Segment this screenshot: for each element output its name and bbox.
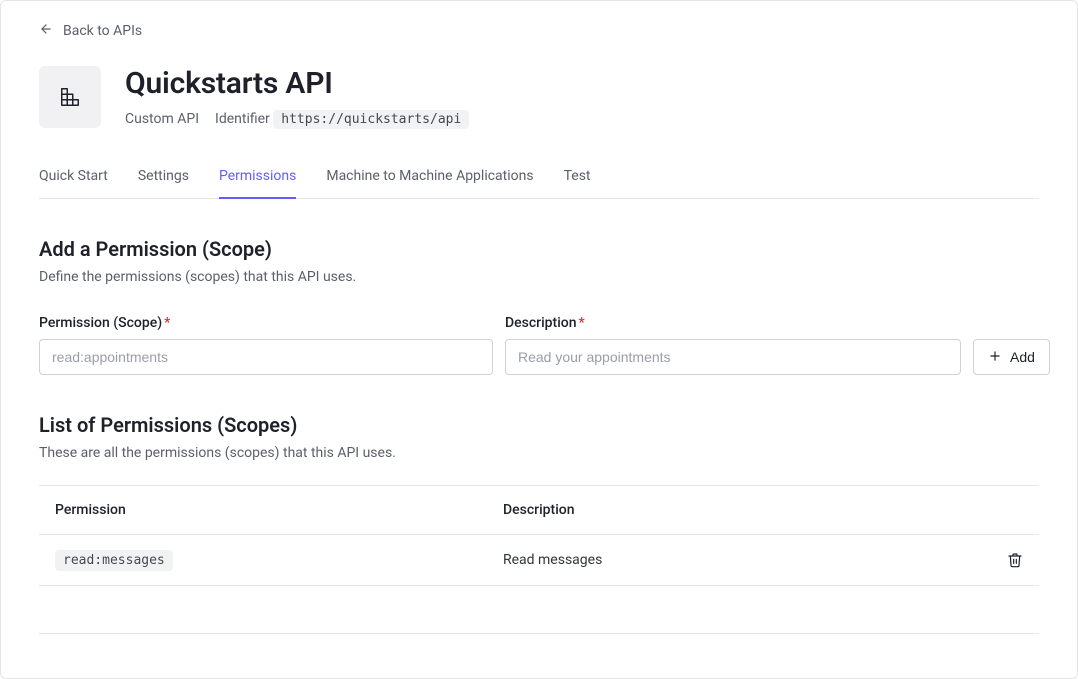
- add-button[interactable]: Add: [973, 339, 1050, 375]
- back-link-text: Back to APIs: [63, 23, 142, 39]
- description-label: Description*: [505, 315, 961, 331]
- description-input[interactable]: [505, 339, 961, 375]
- api-header: Quickstarts API Custom API Identifier ht…: [39, 66, 1039, 128]
- tab-permissions[interactable]: Permissions: [219, 168, 296, 198]
- list-permissions-heading: List of Permissions (Scopes): [39, 413, 1039, 437]
- add-permission-subtext: Define the permissions (scopes) that thi…: [39, 269, 1039, 285]
- tab-settings[interactable]: Settings: [138, 168, 189, 198]
- identifier-label: Identifier: [215, 111, 270, 127]
- col-description: Description: [503, 502, 983, 518]
- permissions-table: Permission Description read:messages Rea…: [39, 485, 1039, 634]
- tab-test[interactable]: Test: [564, 168, 591, 198]
- table-row: read:messages Read messages: [39, 535, 1039, 586]
- list-permissions-subtext: These are all the permissions (scopes) t…: [39, 445, 1039, 461]
- scope-label: Permission (Scope)*: [39, 315, 493, 331]
- table-footer-spacer: [39, 586, 1039, 634]
- api-type: Custom API: [125, 111, 199, 127]
- row-scope: read:messages: [55, 550, 173, 571]
- back-to-apis-link[interactable]: Back to APIs: [39, 22, 142, 40]
- add-button-label: Add: [1010, 349, 1035, 365]
- tab-quick-start[interactable]: Quick Start: [39, 168, 108, 198]
- tab-m2m-applications[interactable]: Machine to Machine Applications: [326, 168, 533, 198]
- identifier-value: https://quickstarts/api: [273, 110, 469, 129]
- row-description: Read messages: [503, 552, 983, 568]
- tabs: Quick Start Settings Permissions Machine…: [39, 168, 1039, 199]
- scope-input[interactable]: [39, 339, 493, 375]
- plus-icon: [988, 349, 1002, 366]
- api-title: Quickstarts API: [125, 66, 469, 101]
- trash-icon: [1007, 551, 1023, 569]
- add-permission-heading: Add a Permission (Scope): [39, 237, 1039, 261]
- arrow-left-icon: [39, 22, 53, 40]
- col-permission: Permission: [55, 502, 503, 518]
- delete-permission-button[interactable]: [1007, 551, 1023, 569]
- api-icon: [39, 66, 101, 128]
